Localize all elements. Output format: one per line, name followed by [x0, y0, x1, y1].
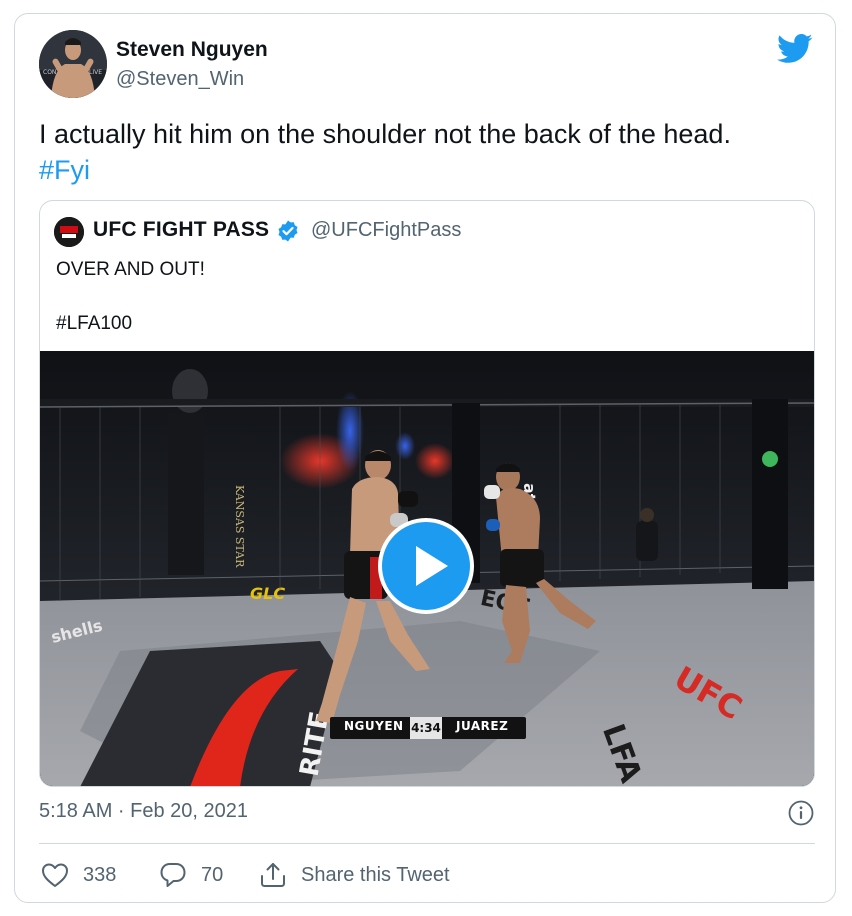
tweet-timestamp[interactable]: 5:18 AM · Feb 20, 2021 [39, 800, 248, 823]
play-icon [416, 546, 448, 586]
tweet-body: I actually hit him on the shoulder not t… [39, 119, 731, 149]
scoreboard-right-fighter: JUAREZ [456, 719, 509, 733]
tweet-text: I actually hit him on the shoulder not t… [39, 116, 819, 188]
reply-button[interactable]: 70 [159, 858, 223, 892]
quoted-author-handle[interactable]: @UFCFightPass [311, 219, 461, 242]
verified-badge-icon [276, 219, 300, 243]
share-button[interactable]: Share this Tweet [259, 858, 450, 892]
hashtag-link[interactable]: #Fyi [39, 152, 819, 188]
svg-text:LIVE: LIVE [89, 69, 102, 76]
quoted-tweet[interactable]: UFC FIGHT PASS @UFCFightPass OVER AND OU… [39, 200, 815, 787]
play-button[interactable] [378, 518, 474, 614]
ufc-logo-icon [54, 217, 84, 247]
quoted-tweet-text: OVER AND OUT! [56, 259, 205, 280]
author-name[interactable]: Steven Nguyen [116, 38, 268, 62]
quoted-author-avatar[interactable] [54, 217, 84, 247]
avatar-photo: CONT LIVE [39, 30, 107, 98]
scoreboard-time: 4:34 [410, 717, 442, 739]
reply-count: 70 [201, 863, 224, 886]
twitter-bird-icon[interactable] [777, 34, 813, 64]
divider [39, 843, 815, 844]
share-icon [261, 863, 285, 887]
like-count: 338 [83, 863, 117, 886]
like-button[interactable]: 338 [41, 858, 116, 892]
heart-icon [42, 863, 68, 887]
info-icon[interactable] [788, 800, 814, 826]
share-label: Share this Tweet [301, 863, 450, 886]
quoted-hashtag[interactable]: #LFA100 [56, 313, 132, 335]
scoreboard: NGUYEN 4:34 JUAREZ [330, 717, 526, 739]
scoreboard-left-fighter: NGUYEN [344, 719, 404, 733]
author-avatar[interactable]: CONT LIVE [39, 30, 107, 98]
reply-icon [160, 863, 186, 887]
author-handle[interactable]: @Steven_Win [116, 68, 244, 91]
svg-text:KANSAS STAR: KANSAS STAR [233, 485, 246, 568]
video-player[interactable]: shells GLC EOT UFC LFA RITE KANSAS STAR … [40, 351, 814, 786]
quoted-author-name[interactable]: UFC FIGHT PASS [93, 218, 269, 242]
